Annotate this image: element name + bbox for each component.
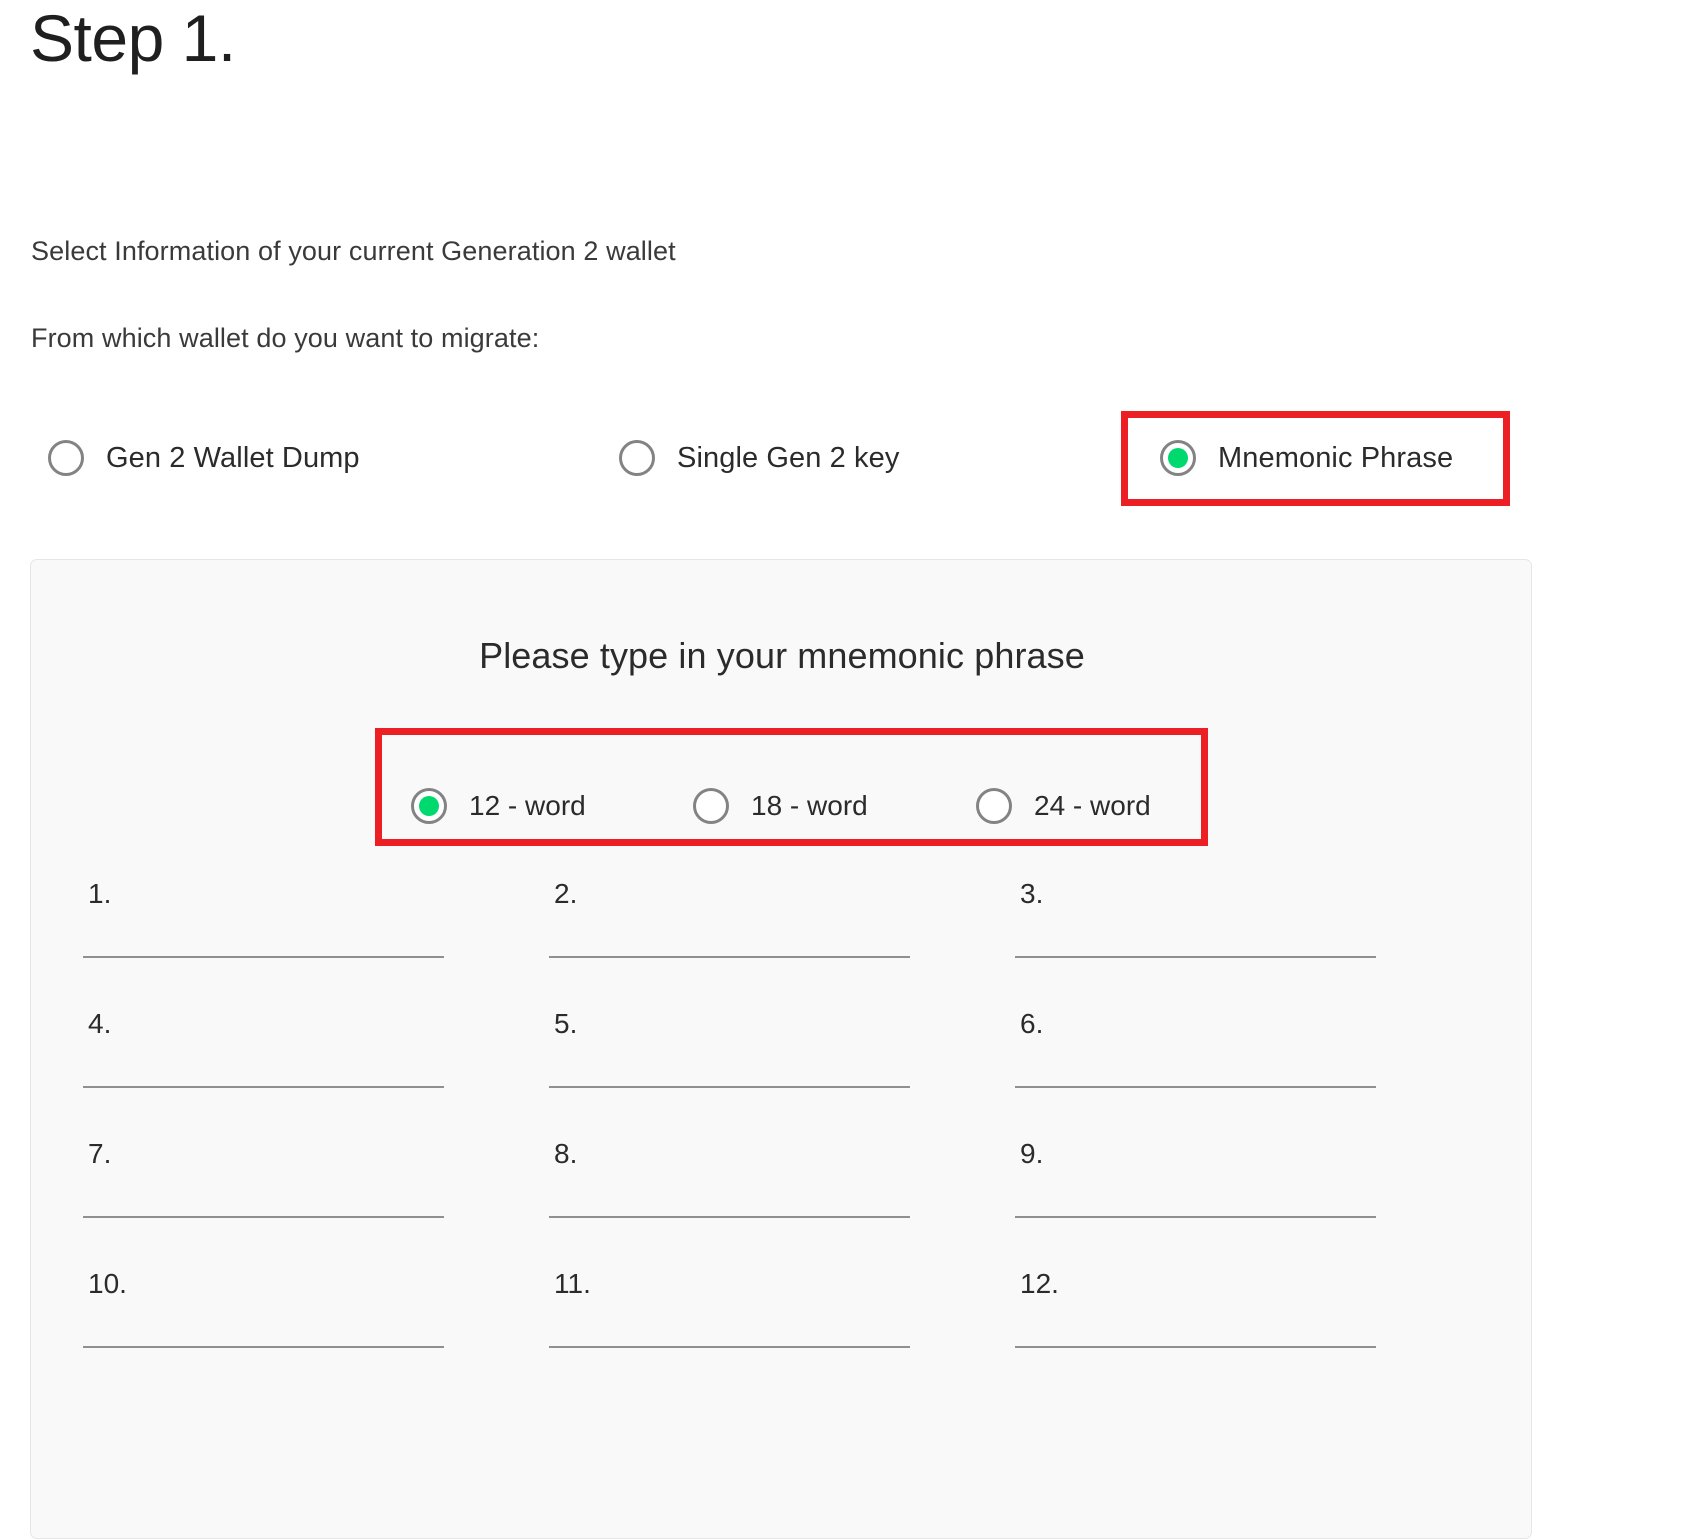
mnemonic-word-number: 12. bbox=[1020, 1268, 1059, 1299]
word-count-radio-group: 12 - word 18 - word 24 - word bbox=[31, 770, 1531, 842]
mnemonic-word-input-4[interactable] bbox=[83, 1044, 444, 1088]
mnemonic-word-cell: 9. bbox=[1015, 1140, 1481, 1270]
radio-icon-gen2-wallet-dump[interactable] bbox=[48, 440, 84, 476]
mnemonic-word-number: 3. bbox=[1020, 878, 1044, 909]
word-count-label: 18 - word bbox=[751, 790, 868, 821]
mnemonic-word-number: 6. bbox=[1020, 1008, 1044, 1039]
word-count-option-18[interactable]: 18 - word bbox=[693, 770, 868, 842]
source-option-single-gen2-key[interactable]: Single Gen 2 key bbox=[619, 412, 899, 504]
mnemonic-word-cell: 3. bbox=[1015, 880, 1481, 1010]
source-wallet-radio-group: Gen 2 Wallet Dump Single Gen 2 key Mnemo… bbox=[0, 412, 1703, 504]
mnemonic-word-input-3[interactable] bbox=[1015, 914, 1376, 958]
intro-text-line-2: From which wallet do you want to migrate… bbox=[31, 323, 540, 353]
word-count-label: 12 - word bbox=[469, 790, 586, 821]
source-option-label: Gen 2 Wallet Dump bbox=[106, 441, 360, 474]
mnemonic-word-number: 1. bbox=[88, 878, 112, 909]
mnemonic-word-cell: 6. bbox=[1015, 1010, 1481, 1140]
mnemonic-word-input-9[interactable] bbox=[1015, 1174, 1376, 1218]
mnemonic-word-number: 5. bbox=[554, 1008, 578, 1039]
mnemonic-word-grid: 1. 2. 3. 4. 5. 6. 7. 8. 9. 10. 11. 12. bbox=[31, 880, 1531, 1400]
mnemonic-word-input-8[interactable] bbox=[549, 1174, 910, 1218]
source-option-gen2-wallet-dump[interactable]: Gen 2 Wallet Dump bbox=[48, 412, 360, 504]
mnemonic-word-cell: 5. bbox=[549, 1010, 1015, 1140]
word-count-label: 24 - word bbox=[1034, 790, 1151, 821]
mnemonic-word-number: 10. bbox=[88, 1268, 127, 1299]
source-option-mnemonic-phrase[interactable]: Mnemonic Phrase bbox=[1160, 412, 1467, 504]
mnemonic-word-number: 8. bbox=[554, 1138, 578, 1169]
mnemonic-word-cell: 1. bbox=[83, 880, 549, 1010]
mnemonic-word-input-6[interactable] bbox=[1015, 1044, 1376, 1088]
mnemonic-word-cell: 8. bbox=[549, 1140, 1015, 1270]
radio-icon-single-gen2-key[interactable] bbox=[619, 440, 655, 476]
word-count-option-24[interactable]: 24 - word bbox=[976, 770, 1151, 842]
mnemonic-word-number: 4. bbox=[88, 1008, 112, 1039]
radio-icon-18-word[interactable] bbox=[693, 788, 729, 824]
mnemonic-word-input-12[interactable] bbox=[1015, 1304, 1376, 1348]
mnemonic-word-input-2[interactable] bbox=[549, 914, 910, 958]
mnemonic-word-number: 9. bbox=[1020, 1138, 1044, 1169]
mnemonic-word-input-10[interactable] bbox=[83, 1304, 444, 1348]
mnemonic-word-cell: 2. bbox=[549, 880, 1015, 1010]
radio-icon-mnemonic-phrase[interactable] bbox=[1160, 440, 1196, 476]
mnemonic-word-cell: 12. bbox=[1015, 1270, 1481, 1400]
mnemonic-word-cell: 10. bbox=[83, 1270, 549, 1400]
radio-icon-12-word[interactable] bbox=[411, 788, 447, 824]
mnemonic-word-number: 7. bbox=[88, 1138, 112, 1169]
mnemonic-word-input-7[interactable] bbox=[83, 1174, 444, 1218]
panel-title: Please type in your mnemonic phrase bbox=[479, 635, 1085, 676]
mnemonic-word-number: 11. bbox=[554, 1268, 591, 1299]
mnemonic-word-input-1[interactable] bbox=[83, 914, 444, 958]
intro-text-line-1: Select Information of your current Gener… bbox=[31, 236, 676, 266]
mnemonic-word-input-5[interactable] bbox=[549, 1044, 910, 1088]
migration-step-page: Step 1. Select Information of your curre… bbox=[0, 0, 1703, 1539]
word-count-option-12[interactable]: 12 - word bbox=[411, 770, 586, 842]
mnemonic-word-cell: 7. bbox=[83, 1140, 549, 1270]
mnemonic-word-number: 2. bbox=[554, 878, 578, 909]
mnemonic-phrase-panel: Please type in your mnemonic phrase 12 -… bbox=[30, 559, 1532, 1539]
page-title: Step 1. bbox=[30, 1, 236, 75]
radio-icon-24-word[interactable] bbox=[976, 788, 1012, 824]
source-option-label: Single Gen 2 key bbox=[677, 441, 900, 474]
mnemonic-word-input-11[interactable] bbox=[549, 1304, 910, 1348]
source-option-label: Mnemonic Phrase bbox=[1218, 441, 1454, 474]
mnemonic-word-cell: 11. bbox=[549, 1270, 1015, 1400]
mnemonic-word-cell: 4. bbox=[83, 1010, 549, 1140]
